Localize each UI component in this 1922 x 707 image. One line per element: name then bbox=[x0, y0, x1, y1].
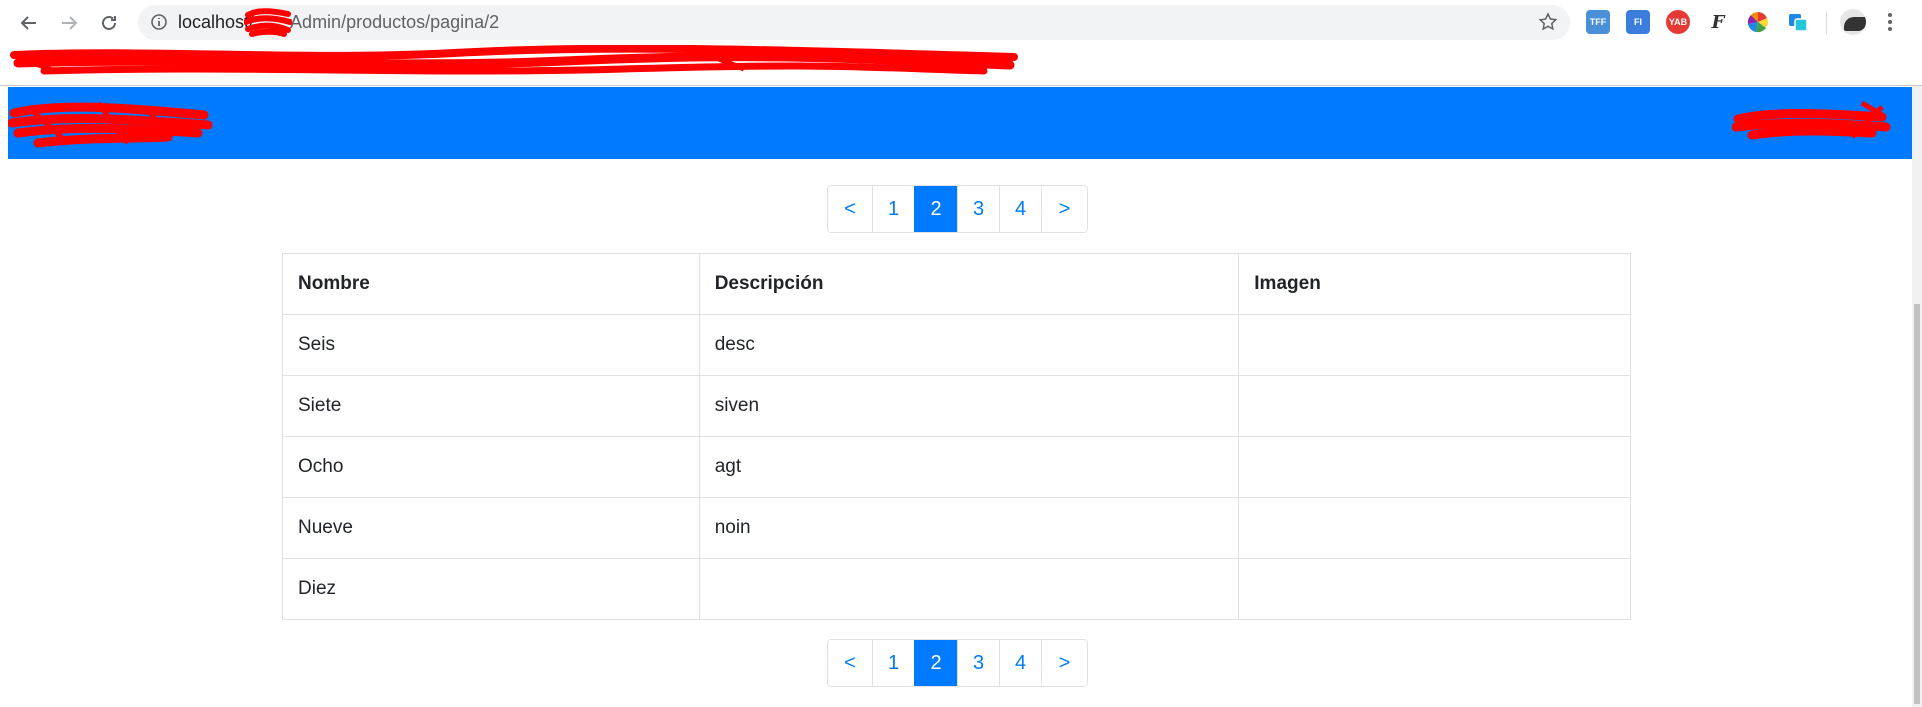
address-bar[interactable]: localhost/Admin/productos/pagina/2 bbox=[138, 5, 1570, 40]
pagination-prev[interactable]: < bbox=[828, 186, 872, 232]
forward-arrow-icon[interactable] bbox=[54, 8, 84, 38]
column-header-nombre: Nombre bbox=[282, 253, 700, 315]
bookmarks-bar bbox=[0, 45, 1922, 85]
pagination-page-2[interactable]: 2 bbox=[914, 640, 957, 686]
cell-imagen bbox=[1238, 436, 1631, 498]
column-header-imagen: Imagen bbox=[1238, 253, 1631, 315]
pagination-top: < 1 2 3 4 > bbox=[827, 185, 1088, 233]
cell-descripcion: siven bbox=[698, 375, 1240, 437]
pagination-next[interactable]: > bbox=[1041, 186, 1087, 232]
translate-extension-icon[interactable] bbox=[1786, 10, 1810, 34]
cell-nombre: Ocho bbox=[282, 436, 700, 498]
cell-descripcion: noin bbox=[698, 497, 1240, 559]
pagination-page-3[interactable]: 3 bbox=[957, 640, 999, 686]
cell-nombre: Diez bbox=[282, 558, 700, 620]
address-url[interactable]: localhost/Admin/productos/pagina/2 bbox=[178, 5, 499, 40]
cell-imagen bbox=[1238, 314, 1631, 376]
page-content: < 1 2 3 4 > Nombre Descripción Imagen Se… bbox=[0, 86, 1922, 707]
cell-descripcion bbox=[698, 558, 1240, 620]
url-redaction-scribble bbox=[244, 8, 292, 37]
cell-imagen bbox=[1238, 375, 1631, 437]
pagination-prev[interactable]: < bbox=[828, 640, 872, 686]
cell-imagen bbox=[1238, 558, 1631, 620]
pagination-page-2[interactable]: 2 bbox=[914, 186, 957, 232]
navbar-user-redaction bbox=[1732, 100, 1891, 140]
font-extension-icon[interactable]: F bbox=[1706, 10, 1730, 34]
cell-nombre: Seis bbox=[282, 314, 700, 376]
url-host: localhost/ bbox=[178, 12, 255, 32]
table-row: Seis desc bbox=[282, 314, 1631, 376]
pagination-bottom: < 1 2 3 4 > bbox=[827, 639, 1088, 687]
color-wheel-extension-icon[interactable] bbox=[1746, 10, 1770, 34]
table-header-row: Nombre Descripción Imagen bbox=[282, 253, 1631, 315]
browser-menu-icon[interactable] bbox=[1884, 10, 1896, 34]
cell-descripcion: desc bbox=[698, 314, 1240, 376]
page-scrollbar[interactable] bbox=[1912, 86, 1922, 707]
bookmarks-redaction-scribble bbox=[10, 45, 1018, 75]
scrollbar-thumb[interactable] bbox=[1914, 304, 1920, 704]
column-header-descripcion: Descripción bbox=[698, 253, 1240, 315]
bookmark-star-icon[interactable] bbox=[1538, 12, 1558, 37]
table-row: Siete siven bbox=[282, 375, 1631, 437]
pagination-page-4[interactable]: 4 bbox=[999, 186, 1041, 232]
top-navbar bbox=[8, 87, 1912, 159]
navbar-brand-redaction bbox=[8, 101, 213, 148]
pagination-page-1[interactable]: 1 bbox=[872, 640, 914, 686]
cell-descripcion: agt bbox=[698, 436, 1240, 498]
pagination-page-1[interactable]: 1 bbox=[872, 186, 914, 232]
cell-imagen bbox=[1238, 497, 1631, 559]
pagination-next[interactable]: > bbox=[1041, 640, 1087, 686]
fi-extension-icon[interactable]: FI bbox=[1626, 10, 1650, 34]
table-row: Ocho agt bbox=[282, 436, 1631, 498]
table-row: Diez bbox=[282, 558, 1631, 620]
profile-avatar[interactable] bbox=[1840, 9, 1866, 35]
table-row: Nueve noin bbox=[282, 497, 1631, 559]
cell-nombre: Siete bbox=[282, 375, 700, 437]
yab-extension-icon[interactable]: YAB bbox=[1666, 10, 1690, 34]
site-info-icon[interactable] bbox=[150, 13, 168, 36]
reload-icon[interactable] bbox=[94, 8, 124, 38]
url-path: Admin/productos/pagina/2 bbox=[290, 12, 500, 32]
toolbar-divider bbox=[1826, 12, 1827, 34]
pagination-page-3[interactable]: 3 bbox=[957, 186, 999, 232]
products-table: Nombre Descripción Imagen Seis desc Siet… bbox=[282, 253, 1631, 620]
tff-extension-icon[interactable]: TFF bbox=[1586, 10, 1610, 34]
pagination-page-4[interactable]: 4 bbox=[999, 640, 1041, 686]
cell-nombre: Nueve bbox=[282, 497, 700, 559]
back-arrow-icon[interactable] bbox=[14, 8, 44, 38]
browser-toolbar: localhost/Admin/productos/pagina/2 TFF F… bbox=[0, 0, 1922, 45]
